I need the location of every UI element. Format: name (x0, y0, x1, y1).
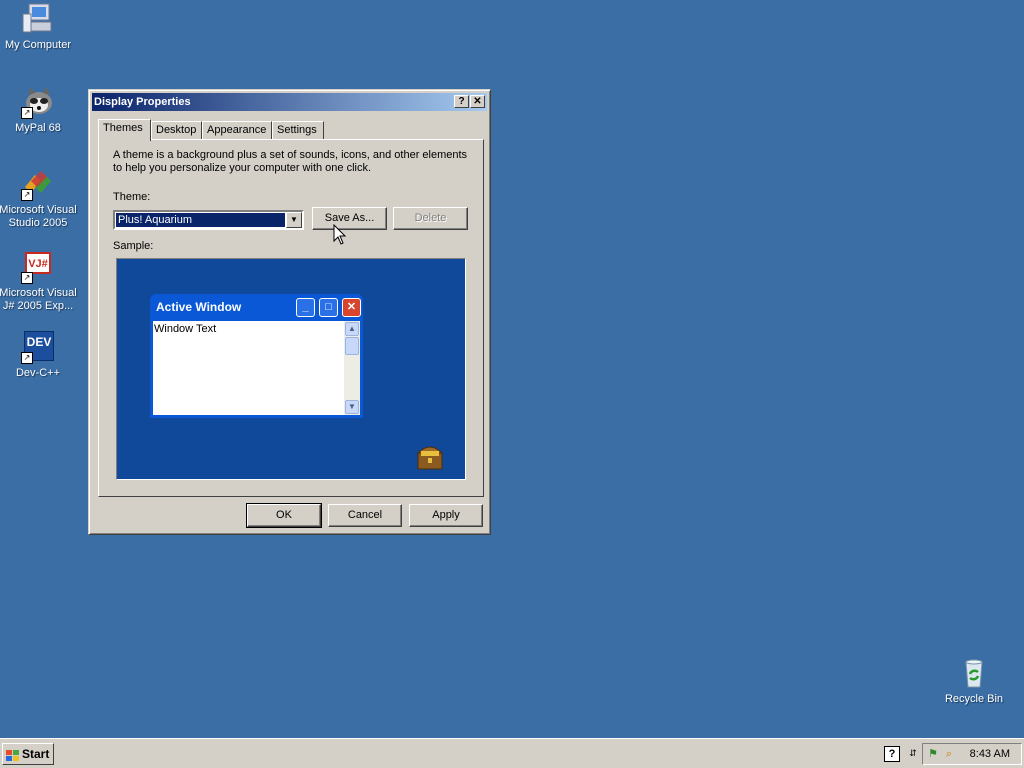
scroll-thumb (345, 337, 359, 355)
theme-dropdown[interactable]: Plus! Aquarium ▼ (113, 210, 304, 230)
desktop-icon-mypal[interactable]: ↗ MyPal 68 (0, 85, 78, 135)
shortcut-arrow-icon: ↗ (21, 107, 33, 119)
windows-logo-icon (6, 748, 19, 761)
search-icon[interactable]: ⌕ (942, 747, 956, 761)
save-as-button[interactable]: Save As... (312, 207, 387, 230)
raccoon-icon: ↗ (21, 85, 55, 119)
title-bar[interactable]: Display Properties ? ✕ (92, 93, 487, 111)
desktop-icon-visual-studio[interactable]: ↗ Microsoft Visual Studio 2005 (0, 167, 78, 230)
tab-settings[interactable]: Settings (272, 121, 324, 139)
themes-panel: A theme is a background plus a set of so… (98, 139, 484, 497)
apply-button[interactable]: Apply (409, 504, 483, 527)
system-tray: ⚑ ⌕ 8:43 AM (922, 743, 1022, 765)
desktop-icon-label: Microsoft Visual J# 2005 Exp... (0, 287, 77, 312)
start-button[interactable]: Start (2, 743, 54, 765)
taskbar: Start ? ⇵ ⚑ ⌕ 8:43 AM (0, 738, 1024, 768)
help-button[interactable]: ? (454, 95, 469, 108)
help-icon[interactable]: ? (884, 746, 900, 762)
minimize-icon: _ (296, 298, 315, 317)
desktop-icon-label: Dev-C++ (15, 367, 61, 379)
delete-button[interactable]: Delete (393, 207, 468, 230)
sample-window-text: Window Text (154, 323, 217, 335)
close-button[interactable]: ✕ (470, 95, 485, 108)
theme-label: Theme: (113, 191, 151, 203)
vjsharp-icon: VJ# ↗ (21, 250, 55, 284)
desktop-icon-vjsharp[interactable]: VJ# ↗ Microsoft Visual J# 2005 Exp... (0, 250, 78, 313)
recycle-bin-icon (957, 656, 991, 690)
start-label: Start (22, 747, 50, 761)
desktop-icon-label: My Computer (4, 39, 72, 51)
desktop-icon-devcpp[interactable]: DEV ↗ Dev-C++ (0, 330, 78, 380)
sample-label: Sample: (113, 240, 154, 252)
visual-studio-icon: ↗ (21, 167, 55, 201)
dialog-title: Display Properties (94, 96, 191, 108)
tab-appearance[interactable]: Appearance (202, 121, 272, 139)
sample-active-window: Active Window _ □ ✕ Window Text ▲ ▼ (150, 294, 363, 418)
mouse-cursor-icon (333, 223, 347, 246)
sample-window-body: Window Text ▲ ▼ (153, 321, 360, 415)
scroll-down-icon: ▼ (345, 400, 359, 414)
chevron-down-icon[interactable]: ▼ (286, 212, 302, 228)
network-icon[interactable]: ⚑ (926, 747, 940, 761)
theme-sample-preview: Active Window _ □ ✕ Window Text ▲ ▼ (116, 258, 466, 480)
shortcut-arrow-icon: ↗ (21, 272, 33, 284)
language-bar-icon[interactable]: ⇵ (906, 746, 920, 760)
close-icon: ✕ (342, 298, 361, 317)
tab-themes[interactable]: Themes (98, 119, 151, 141)
desktop-icon-label: Microsoft Visual Studio 2005 (0, 204, 77, 229)
maximize-icon: □ (319, 298, 338, 317)
cancel-button[interactable]: Cancel (328, 504, 402, 527)
my-computer-icon (21, 2, 55, 36)
tab-desktop[interactable]: Desktop (151, 121, 202, 139)
desktop-icon-label: MyPal 68 (15, 122, 61, 134)
desktop-icon-my-computer[interactable]: My Computer (0, 2, 78, 52)
display-properties-dialog: Display Properties ? ✕ Themes Desktop Ap… (88, 89, 491, 535)
clock[interactable]: 8:43 AM (970, 744, 1010, 764)
sample-window-title: Active Window (156, 300, 242, 314)
shortcut-arrow-icon: ↗ (21, 189, 33, 201)
devcpp-icon: DEV ↗ (21, 330, 55, 364)
theme-dropdown-value: Plus! Aquarium (116, 213, 285, 227)
desktop-icon-recycle-bin[interactable]: Recycle Bin (934, 656, 1014, 706)
treasure-chest-icon (415, 439, 445, 473)
ok-button[interactable]: OK (246, 503, 322, 528)
theme-description: A theme is a background plus a set of so… (113, 149, 468, 174)
scroll-up-icon: ▲ (345, 322, 359, 336)
sample-scrollbar: ▲ ▼ (344, 321, 360, 415)
shortcut-arrow-icon: ↗ (21, 352, 33, 364)
desktop-icon-label: Recycle Bin (944, 693, 1004, 705)
